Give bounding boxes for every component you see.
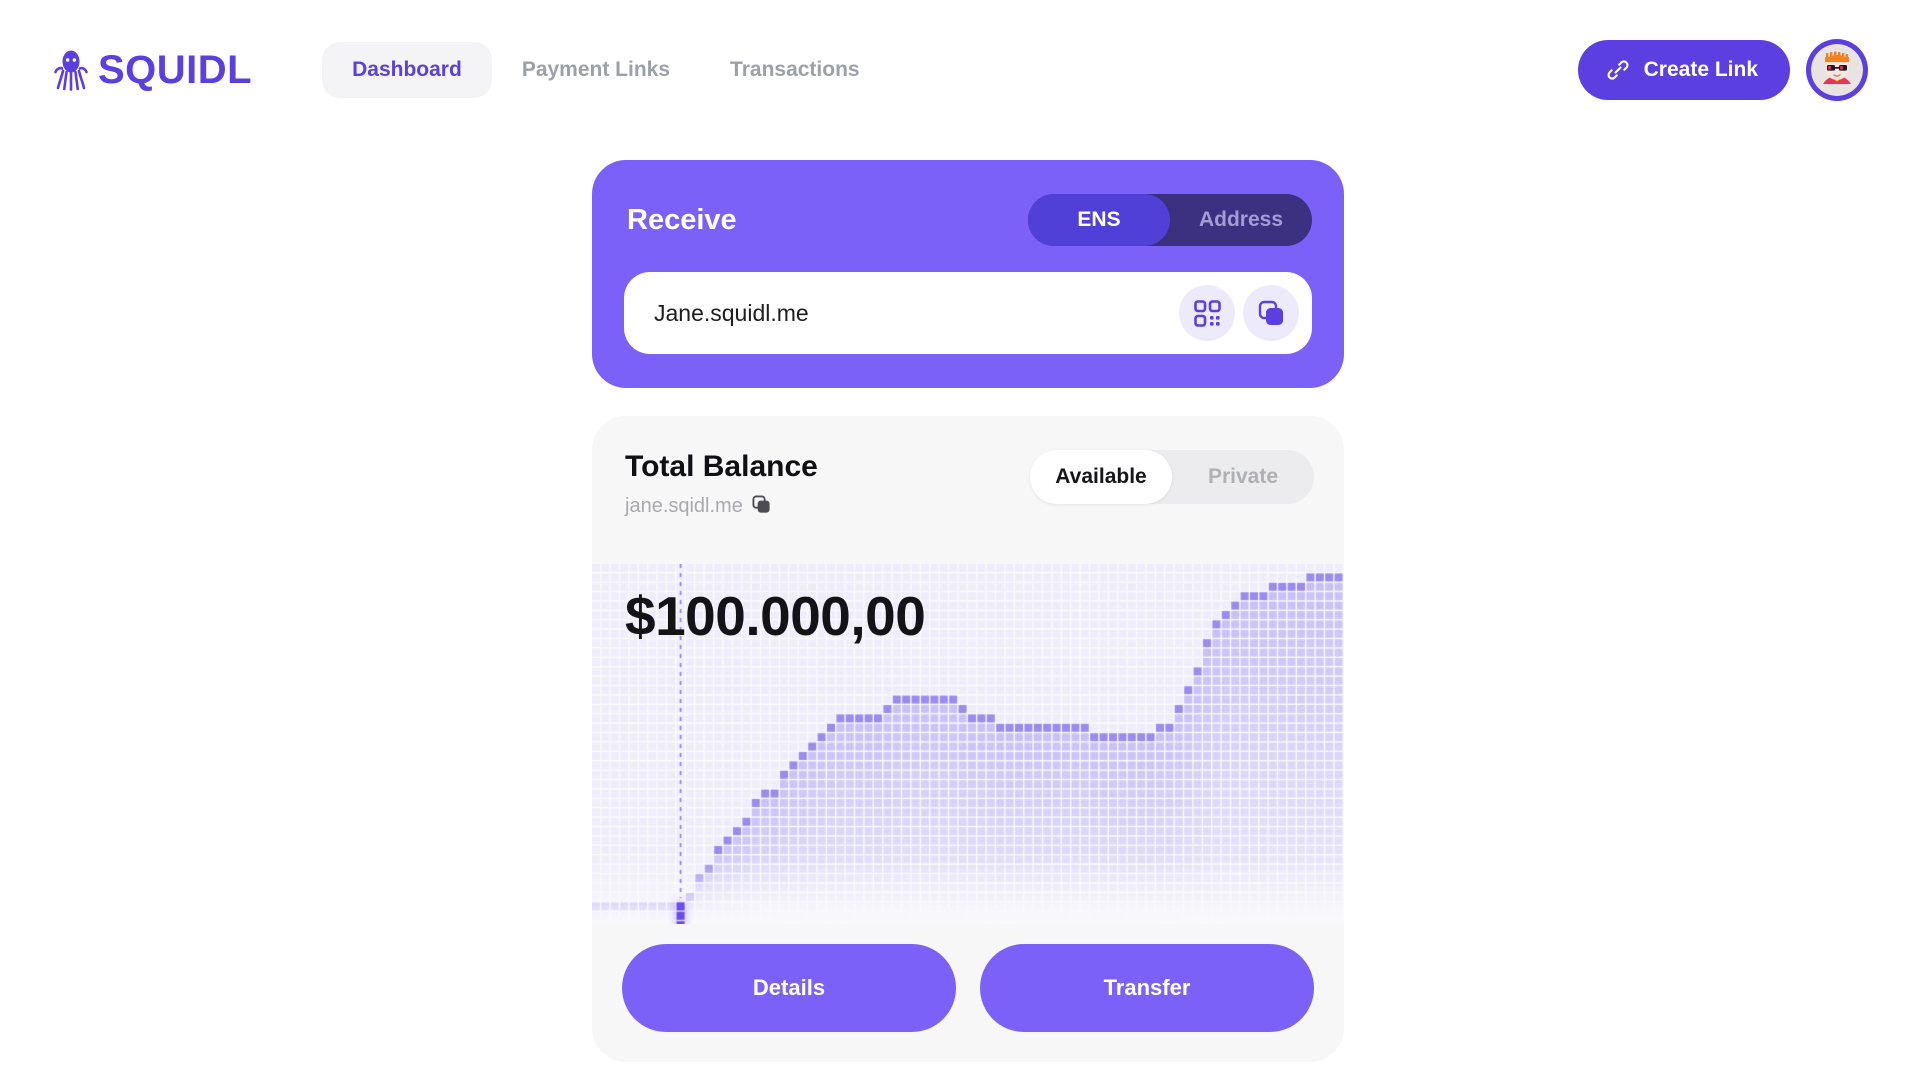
nav-item-payment-links[interactable]: Payment Links — [492, 42, 700, 98]
receive-address-field[interactable]: Jane.squidl.me — [624, 272, 1312, 354]
balance-subtitle-row: jane.sqidl.me — [625, 494, 818, 519]
balance-amount: $100.000,00 — [625, 585, 926, 647]
balance-header: Total Balance jane.sqidl.me Available Pr… — [622, 450, 1314, 519]
details-button[interactable]: Details — [622, 944, 956, 1032]
main-content: Receive ENS Address Jane.squidl.me Total… — [592, 160, 1344, 1062]
transfer-button[interactable]: Transfer — [980, 944, 1314, 1032]
copy-icon — [1258, 300, 1285, 327]
copy-address-button[interactable] — [1243, 285, 1299, 341]
nav-item-transactions[interactable]: Transactions — [700, 42, 890, 98]
receive-title: Receive — [627, 203, 737, 236]
nav-item-dashboard[interactable]: Dashboard — [322, 42, 492, 98]
balance-actions: Details Transfer — [622, 944, 1314, 1032]
avatar[interactable] — [1806, 39, 1868, 101]
receive-mode-toggle: ENS Address — [1028, 194, 1312, 246]
link-icon — [1605, 57, 1631, 83]
main-nav: Dashboard Payment Links Transactions — [322, 42, 889, 98]
create-link-button[interactable]: Create Link — [1577, 40, 1790, 100]
balance-toggle-available[interactable]: Available — [1030, 450, 1172, 504]
receive-card: Receive ENS Address Jane.squidl.me — [592, 160, 1344, 388]
qr-code-button[interactable] — [1179, 285, 1235, 341]
brand-name: SQUIDL — [98, 47, 253, 92]
balance-toggle-private[interactable]: Private — [1172, 450, 1314, 504]
brand-logo[interactable]: SQUIDL — [54, 48, 252, 93]
create-link-label: Create Link — [1643, 58, 1758, 81]
balance-subtitle: jane.sqidl.me — [625, 495, 743, 517]
app-header: SQUIDL Dashboard Payment Links Transacti… — [0, 0, 1920, 140]
page-title: Total Balance — [625, 450, 818, 483]
balance-heading-group: Total Balance jane.sqidl.me — [625, 450, 818, 519]
receive-toggle-ens[interactable]: ENS — [1028, 194, 1170, 246]
qr-code-icon — [1193, 299, 1221, 327]
squid-icon — [54, 49, 88, 91]
receive-header: Receive ENS Address — [624, 194, 1312, 246]
total-balance-card: Total Balance jane.sqidl.me Available Pr… — [592, 416, 1344, 1062]
copy-icon[interactable] — [752, 494, 771, 519]
receive-address-value: Jane.squidl.me — [654, 299, 809, 326]
user-avatar-icon — [1811, 44, 1863, 96]
balance-mode-toggle: Available Private — [1030, 450, 1314, 504]
receive-toggle-address[interactable]: Address — [1170, 194, 1312, 246]
header-actions: Create Link — [1577, 39, 1868, 101]
